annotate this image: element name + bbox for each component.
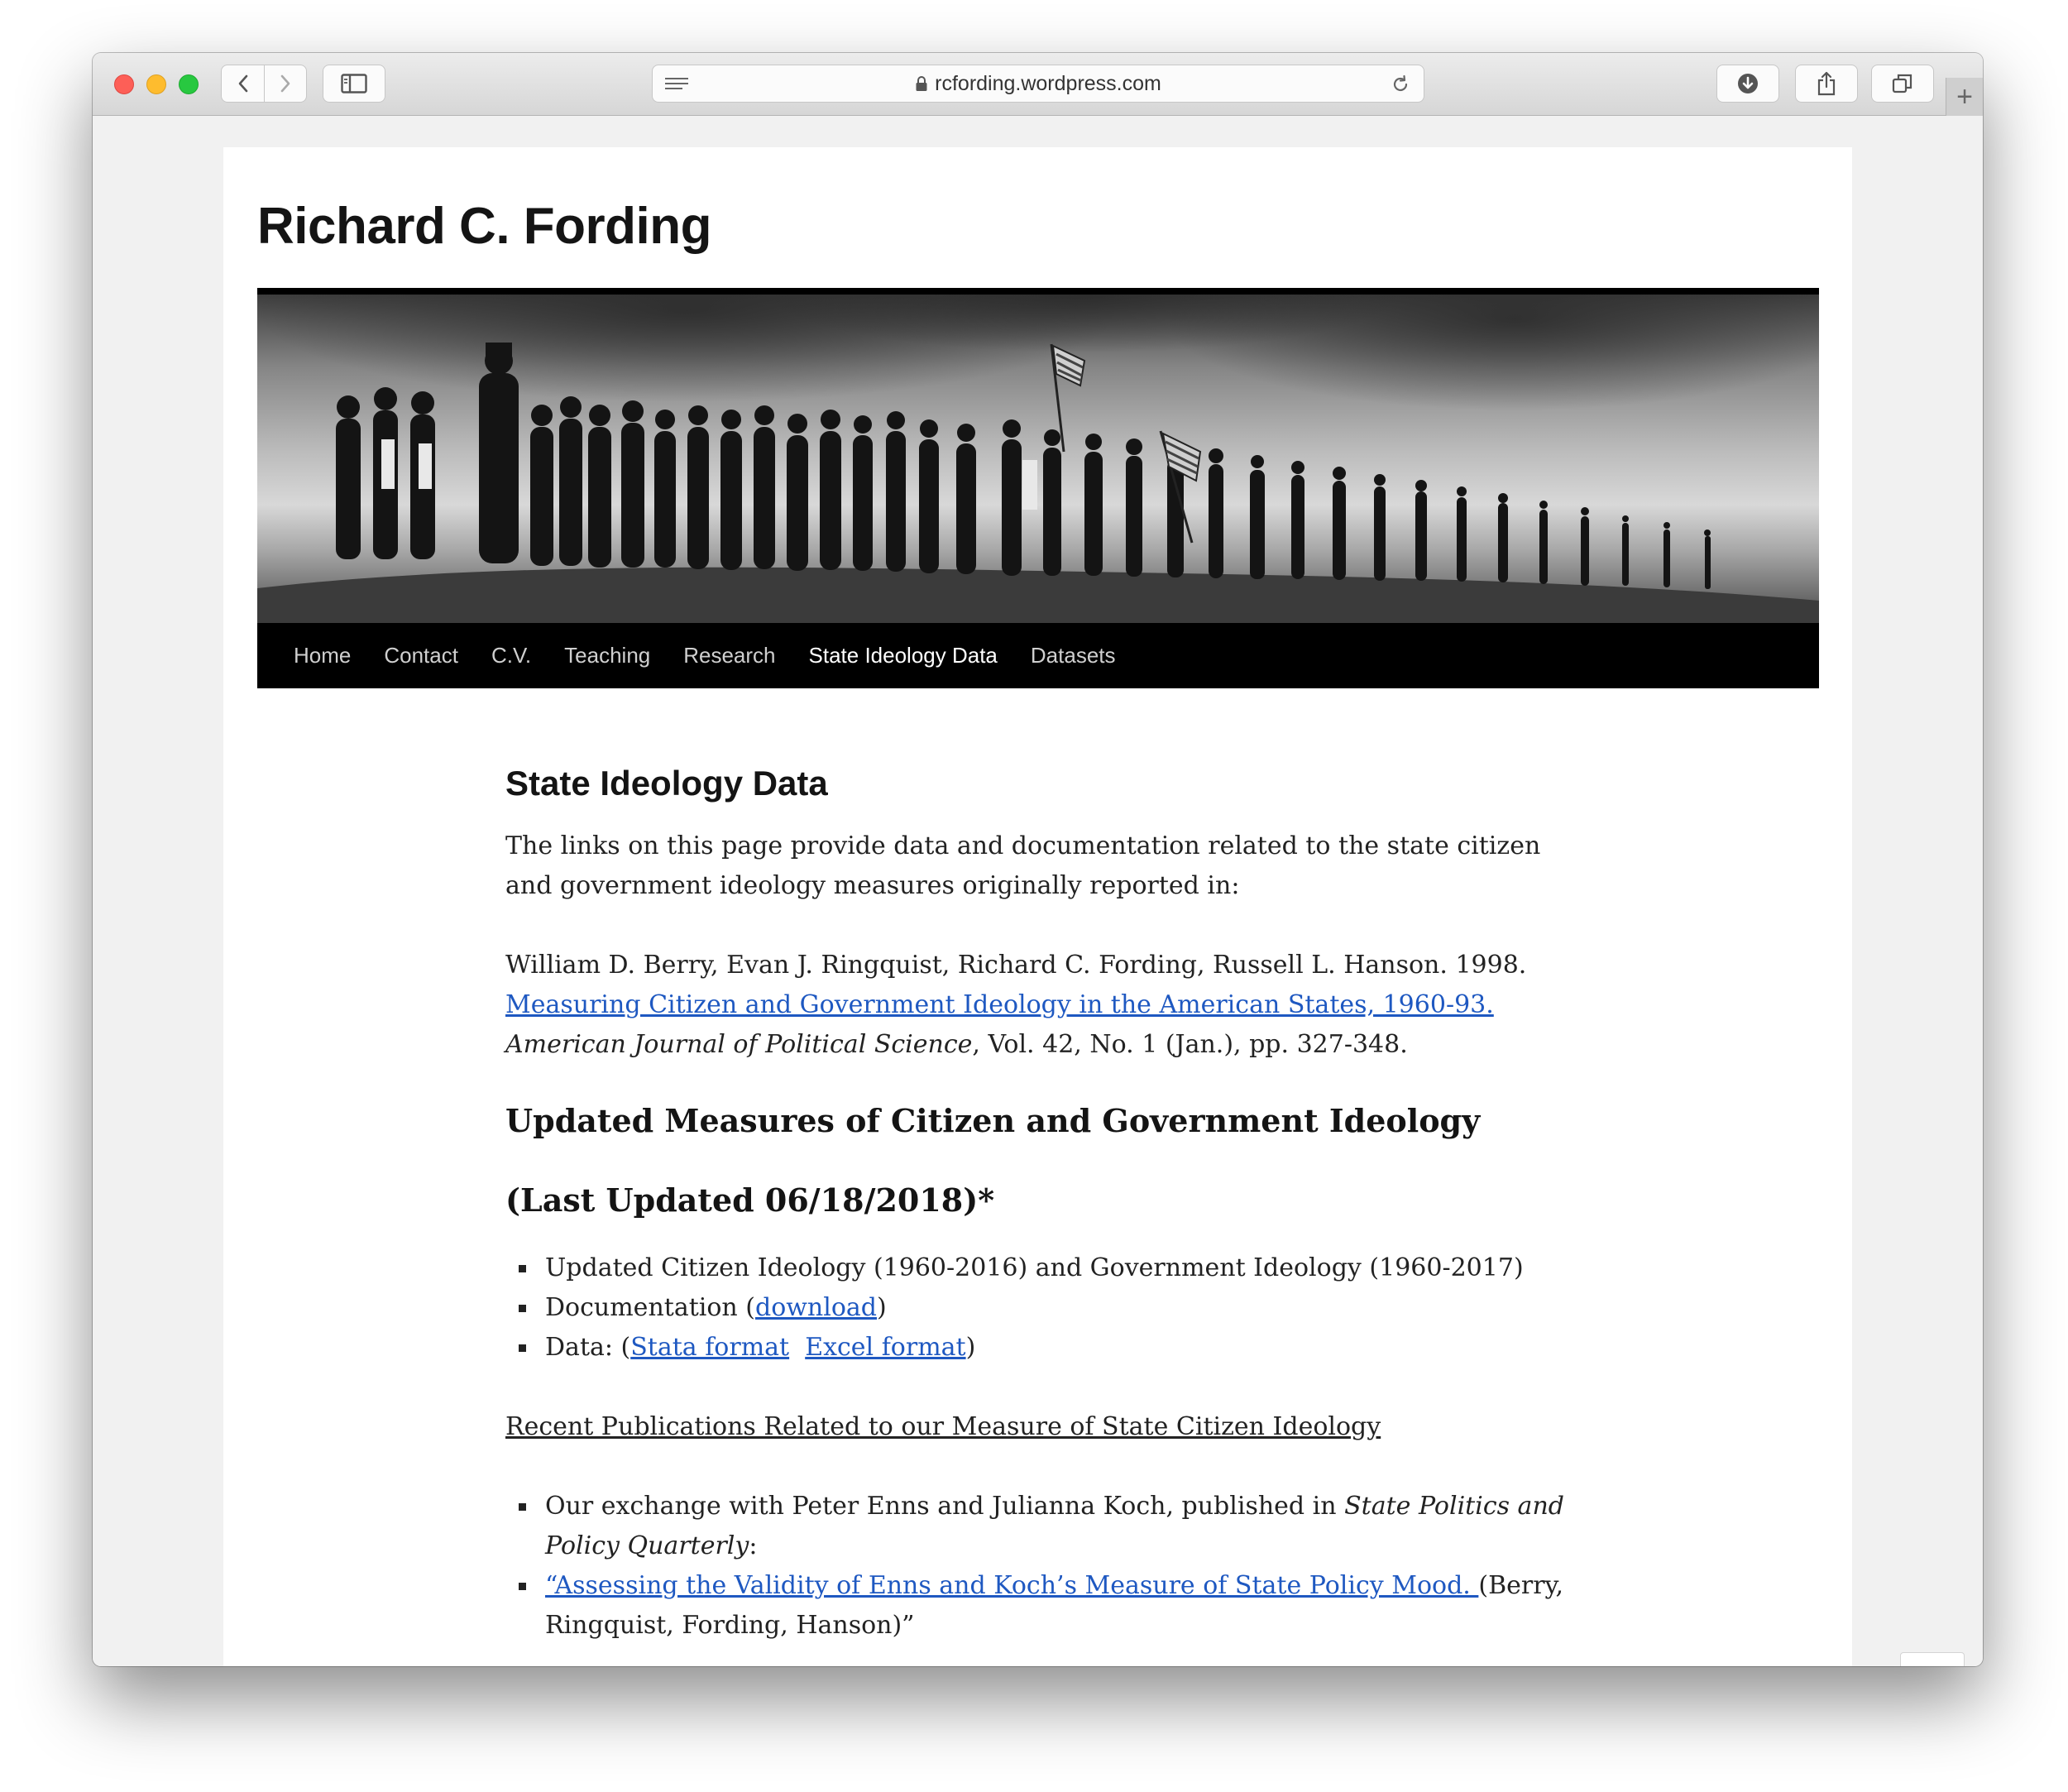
nav-item-datasets[interactable]: Datasets [1031, 643, 1116, 668]
main-navigation: Home Contact C.V. Teaching Research Stat… [257, 623, 1819, 688]
header-photo [257, 288, 1819, 623]
list-item: Documentation (download) [505, 1288, 1581, 1328]
back-button[interactable] [222, 65, 264, 102]
sidebar-toggle-button[interactable] [323, 65, 385, 103]
citation-authors: William D. Berry, Evan J. Ringquist, Ric… [505, 951, 1527, 980]
nav-item-research[interactable]: Research [683, 643, 775, 668]
site-title[interactable]: Richard C. Fording [257, 197, 712, 256]
download-icon [1738, 74, 1758, 93]
nav-item-cv[interactable]: C.V. [491, 643, 531, 668]
last-updated-heading: (Last Updated 06/18/2018)* [505, 1181, 995, 1219]
page-content: State Ideology Data The links on this pa… [505, 764, 1581, 1646]
citation-details: , Vol. 42, No. 1 (Jan.), pp. 327-348. [972, 1030, 1408, 1059]
chevron-right-icon [280, 74, 290, 93]
nav-item-state-ideology-data[interactable]: State Ideology Data [809, 643, 998, 668]
sidebar-icon [341, 74, 367, 93]
show-tabs-button[interactable] [1871, 65, 1934, 103]
nav-item-contact[interactable]: Contact [384, 643, 458, 668]
reload-icon[interactable] [1391, 74, 1410, 98]
list-item: “Assessing the Validity of Enns and Koch… [505, 1566, 1581, 1646]
close-window-button[interactable] [114, 74, 134, 94]
excel-format-link[interactable]: Excel format [805, 1333, 965, 1362]
browser-window: rcfording.wordpress.com + Richard C. For… [93, 53, 1983, 1666]
share-button[interactable] [1795, 65, 1858, 103]
url-text: rcfording.wordpress.com [935, 71, 1161, 95]
citation-paragraph: William D. Berry, Evan J. Ringquist, Ric… [505, 946, 1581, 1065]
nav-item-teaching[interactable]: Teaching [564, 643, 650, 668]
site-container: Richard C. Fording Home Contact C.V. Tea… [223, 147, 1852, 1666]
share-icon [1817, 71, 1836, 96]
citation-article-link[interactable]: Measuring Citizen and Government Ideolog… [505, 990, 1494, 1019]
intro-paragraph: The links on this page provide data and … [505, 831, 1541, 900]
list-item: Data: (Stata format Excel format) [505, 1328, 1581, 1368]
updated-data-list: Updated Citizen Ideology (1960-2016) and… [505, 1248, 1581, 1368]
history-nav-group [221, 65, 307, 103]
more-actions-button[interactable] [1900, 1652, 1965, 1666]
url-display: rcfording.wordpress.com [653, 65, 1424, 102]
tabs-overview-icon [1892, 74, 1912, 93]
page-viewport: Richard C. Fording Home Contact C.V. Tea… [93, 117, 1983, 1666]
forward-button[interactable] [264, 65, 306, 102]
browser-toolbar: rcfording.wordpress.com + [93, 53, 1983, 116]
assessing-validity-link[interactable]: “Assessing the Validity of Enns and Koch… [545, 1571, 1478, 1600]
documentation-download-link[interactable]: download [755, 1293, 877, 1322]
list-item: Our exchange with Peter Enns and Juliann… [505, 1487, 1581, 1566]
minimize-window-button[interactable] [146, 74, 166, 94]
citation-journal: American Journal of Political Science [505, 1030, 973, 1059]
downloads-button[interactable] [1716, 65, 1779, 103]
plus-icon: + [1956, 80, 1973, 113]
list-item: Updated Citizen Ideology (1960-2016) and… [505, 1248, 1581, 1288]
zoom-window-button[interactable] [179, 74, 199, 94]
lock-icon [915, 75, 928, 92]
page-title: State Ideology Data [505, 764, 828, 803]
recent-publications-list: Our exchange with Peter Enns and Juliann… [505, 1487, 1581, 1646]
address-bar[interactable]: rcfording.wordpress.com [652, 65, 1424, 103]
nav-item-home[interactable]: Home [294, 643, 351, 668]
recent-publications-heading: Recent Publications Related to our Measu… [505, 1412, 1381, 1441]
updated-measures-heading: Updated Measures of Citizen and Governme… [505, 1102, 1481, 1139]
stata-format-link[interactable]: Stata format [630, 1333, 789, 1362]
new-tab-button[interactable]: + [1946, 78, 1983, 116]
chevron-left-icon [238, 74, 247, 93]
